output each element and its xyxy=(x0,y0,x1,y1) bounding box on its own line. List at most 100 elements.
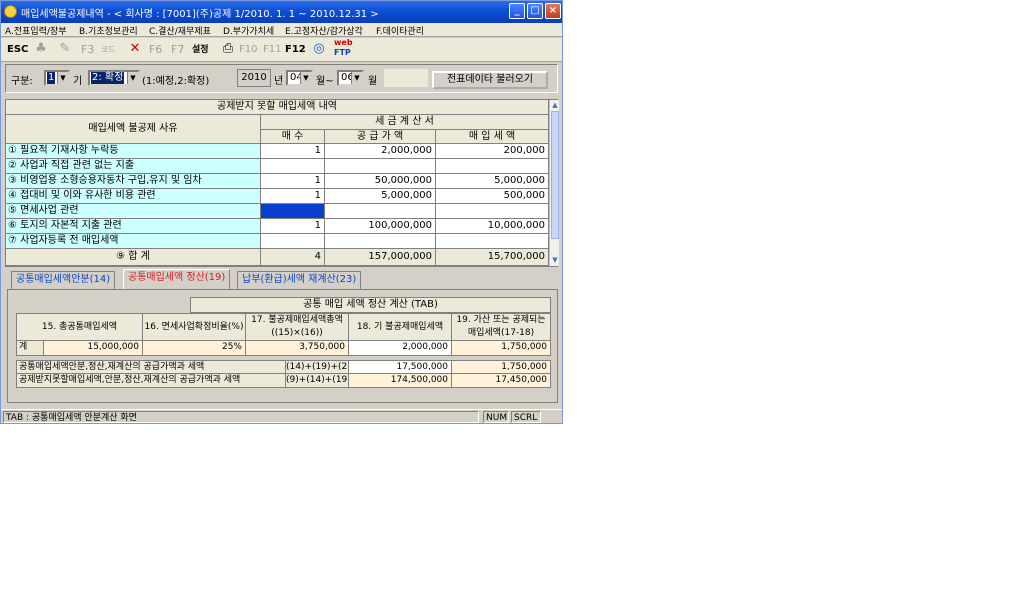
reason-cell: ④ 접대비 및 이와 유사한 비용 관련 xyxy=(6,189,261,204)
setting-button[interactable]: 설정 xyxy=(192,40,209,60)
erase-icon[interactable]: ✎ xyxy=(57,40,73,58)
tax-cell[interactable]: 10,000,000 xyxy=(436,219,549,234)
tax-cell[interactable]: 200,000 xyxy=(436,144,549,159)
tab-strip: 공통매입세액안분(14) 공통매입세액 정산(19) 납부(환급)세액 재계산(… xyxy=(5,269,558,289)
gi-label: 기 xyxy=(73,76,83,87)
supply-cell[interactable]: 100,000,000 xyxy=(325,219,436,234)
gubun-label: 구분: xyxy=(11,76,33,87)
h15-header: 15. 총공통매입세액 xyxy=(16,313,143,341)
chevron-down-icon: ▼ xyxy=(300,72,311,84)
f7-button[interactable]: F7 xyxy=(171,40,184,60)
count-cell[interactable]: 1 xyxy=(261,189,325,204)
chevron-down-icon: ▼ xyxy=(351,72,362,84)
tax-cell[interactable] xyxy=(436,204,549,219)
supply-header: 공 급 가 액 xyxy=(325,130,436,144)
globe-icon[interactable]: ◎ xyxy=(311,40,327,58)
tax-cell[interactable]: 500,000 xyxy=(436,189,549,204)
load-slip-data-button[interactable]: 전표데이타 불러오기 xyxy=(432,71,548,89)
month-from-select[interactable]: 04 ▼ xyxy=(286,70,313,86)
sum2-supply: 174,500,000 xyxy=(349,374,452,388)
tax-cell[interactable] xyxy=(436,234,549,249)
v15-cell[interactable]: 15,000,000 xyxy=(44,341,143,356)
year-field[interactable]: 2010 xyxy=(237,69,271,87)
status-bar: TAB : 공통매입세액 안분계산 화면 NUM SCRL xyxy=(1,409,562,423)
count-cell[interactable] xyxy=(261,234,325,249)
h18-header: 18. 기 불공제매입세액 xyxy=(349,313,452,341)
tab-recalculation[interactable]: 납부(환급)세액 재계산(23) xyxy=(237,271,362,289)
supply-cell[interactable] xyxy=(325,159,436,174)
reason-cell: ② 사업과 직접 관련 없는 지출 xyxy=(6,159,261,174)
close-button[interactable]: × xyxy=(545,3,561,19)
delete-icon[interactable]: ✕ xyxy=(127,40,143,58)
sum1-tax: 1,750,000 xyxy=(452,360,551,374)
v16-cell[interactable]: 25% xyxy=(143,341,246,356)
code-icon[interactable]: ♣ xyxy=(33,40,49,58)
count-cell[interactable] xyxy=(261,159,325,174)
tab-common-settlement[interactable]: 공통매입세액 정산(19) xyxy=(123,269,231,289)
menu-item-data[interactable]: F.데이타관리 xyxy=(376,24,424,37)
toolbar: ESC ♣ ✎ F3 코드 ✕ F6 F7 설정 ⎙ F10 F11 F12 ◎… xyxy=(1,38,562,62)
reason-cell: ⑤ 면세사업 관련 xyxy=(6,204,261,219)
title-bar: 매입세액불공제내역 - < 회사명 : [7001](주)공제 1/2010. … xyxy=(1,1,562,23)
vertical-scrollbar[interactable]: ▲ ▼ xyxy=(549,100,559,266)
count-cell[interactable]: 1 xyxy=(261,219,325,234)
minimize-button[interactable]: _ xyxy=(509,3,525,19)
year-label: 년 xyxy=(274,76,284,87)
total-tax: 15,700,000 xyxy=(436,249,549,266)
h16-header: 16. 면세사업확정비율(%) xyxy=(143,313,246,341)
h17-sub-header: ((15)×(16)) xyxy=(246,327,349,341)
tab-common-allocation[interactable]: 공통매입세액안분(14) xyxy=(11,271,116,289)
menu-item-closing[interactable]: C.결산/재무제표 xyxy=(149,24,211,37)
supply-cell[interactable]: 2,000,000 xyxy=(325,144,436,159)
sum2-tax: 17,450,000 xyxy=(452,374,551,388)
sum2-formula: (9)+(14)+(19)+(23) xyxy=(286,374,349,388)
total-supply: 157,000,000 xyxy=(325,249,436,266)
settlement-panel: 공통 매입 세액 정산 계산 (TAB) 15. 총공통매입세액 16. 면세사… xyxy=(7,289,558,403)
tax-header: 매 입 세 액 xyxy=(436,130,549,144)
print-icon[interactable]: ⎙ xyxy=(220,40,236,58)
supply-cell[interactable]: 5,000,000 xyxy=(325,189,436,204)
reason-cell: ⑦ 사업자등록 전 매입세액 xyxy=(6,234,261,249)
scroll-down-icon[interactable]: ▼ xyxy=(550,255,560,265)
menu-item-basic-info[interactable]: B.기초정보관리 xyxy=(79,24,138,37)
f11-button[interactable]: F11 xyxy=(263,40,281,60)
month-to-label: 월 xyxy=(368,76,378,87)
v17-cell: 3,750,000 xyxy=(246,341,349,356)
count-cell[interactable]: 1 xyxy=(261,144,325,159)
tax-cell[interactable]: 5,000,000 xyxy=(436,174,549,189)
h19-header: 19. 가산 또는 공제되는 xyxy=(452,313,551,327)
scrl-indicator: SCRL xyxy=(511,411,541,423)
f6-button[interactable]: F6 xyxy=(149,40,162,60)
maximize-button[interactable]: □ xyxy=(527,3,543,19)
v18-cell[interactable]: 2,000,000 xyxy=(349,341,452,356)
f10-button[interactable]: F10 xyxy=(239,40,257,60)
sum1-label: 공통매입세액안분,정산,재계산의 공급가액과 세액 xyxy=(16,360,286,374)
status-text: TAB : 공통매입세액 안분계산 화면 xyxy=(3,411,479,423)
sum1-formula: (14)+(19)+(23) xyxy=(286,360,349,374)
table-title: 공제받지 못할 매입세액 내역 xyxy=(6,100,549,115)
month-to-select[interactable]: 06 ▼ xyxy=(337,70,364,86)
supply-cell[interactable] xyxy=(325,234,436,249)
sum-row-label: 계 xyxy=(16,341,44,356)
f3-button[interactable]: F3 xyxy=(81,40,94,60)
scroll-up-icon[interactable]: ▲ xyxy=(550,100,560,110)
tax-cell[interactable] xyxy=(436,159,549,174)
count-cell-selected[interactable] xyxy=(261,204,325,219)
supply-cell[interactable] xyxy=(325,204,436,219)
nondeductible-table: 공제받지 못할 매입세액 내역 매입세액 불공제 사유 세 금 계 산 서 매 … xyxy=(5,99,559,267)
gubun-select[interactable]: 1 ▼ xyxy=(44,70,70,86)
num-indicator: NUM xyxy=(483,411,509,423)
window-title: 매입세액불공제내역 - < 회사명 : [7001](주)공제 1/2010. … xyxy=(21,9,379,20)
type-select[interactable]: 2: 확정 ▼ xyxy=(88,70,140,86)
menu-item-vat[interactable]: D.부가가치세 xyxy=(223,24,274,37)
supply-cell[interactable]: 50,000,000 xyxy=(325,174,436,189)
f12-button[interactable]: F12 xyxy=(285,40,306,60)
count-cell[interactable]: 1 xyxy=(261,174,325,189)
scroll-thumb[interactable] xyxy=(551,111,559,239)
chevron-down-icon: ▼ xyxy=(127,72,138,84)
total-count: 4 xyxy=(261,249,325,266)
v19-cell: 1,750,000 xyxy=(452,341,551,356)
esc-button[interactable]: ESC xyxy=(7,40,28,60)
menu-item-entry[interactable]: A.전표입력/장부 xyxy=(5,24,67,37)
menu-item-fixed-assets[interactable]: E.고정자산/감가상각 xyxy=(285,24,363,37)
